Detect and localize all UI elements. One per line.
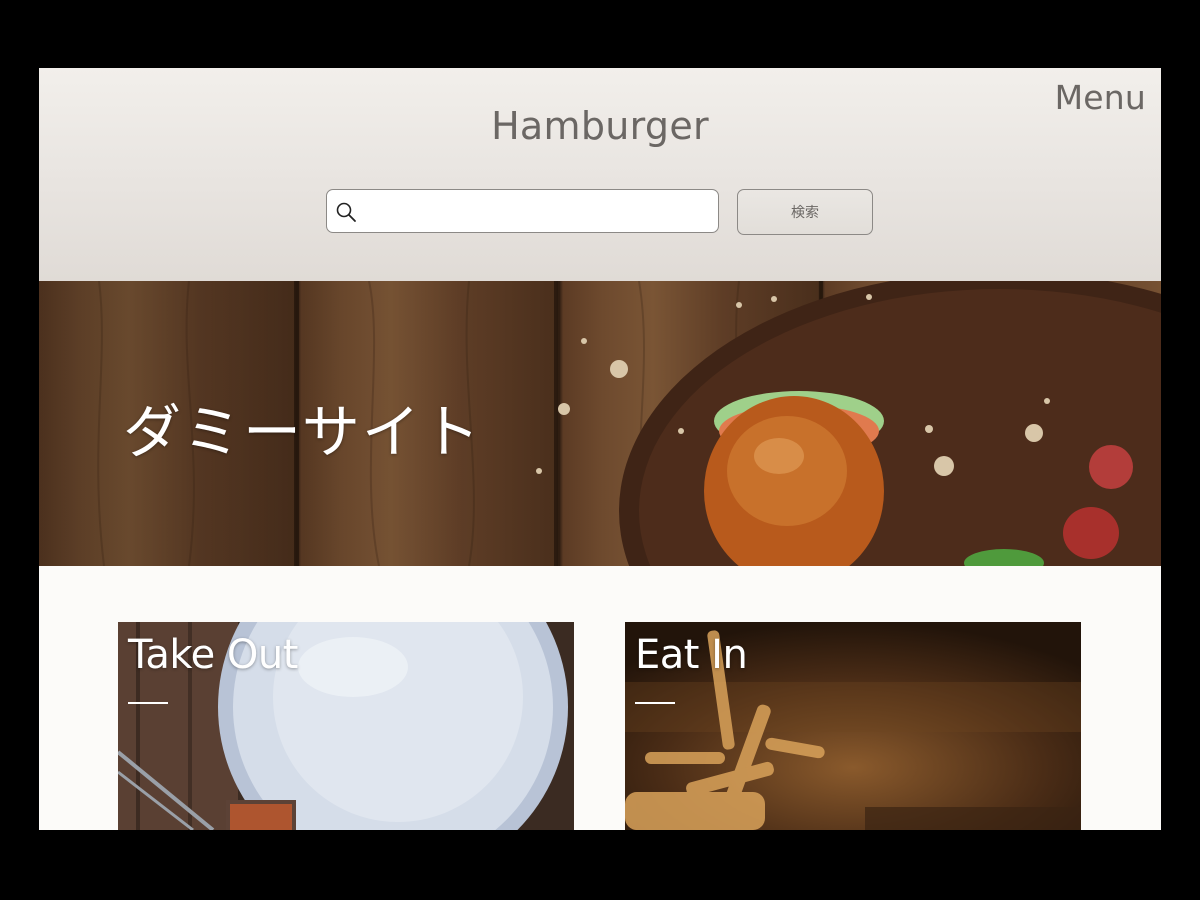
hero-title: ダミーサイト xyxy=(123,398,482,466)
eatin-card-underline xyxy=(635,702,675,704)
takeout-card-underline xyxy=(128,702,168,704)
browser-viewport: Menu Hamburger 検索 ダミーサイト Take Out Eat In xyxy=(39,68,1161,830)
eatin-card[interactable]: Eat In xyxy=(625,622,1081,830)
hero-banner: ダミーサイト xyxy=(39,281,1161,566)
eatin-card-title: Eat In xyxy=(635,632,748,678)
search-input[interactable] xyxy=(365,196,709,228)
takeout-card-title: Take Out xyxy=(128,632,298,678)
site-header: Menu Hamburger 検索 xyxy=(39,68,1161,281)
search-icon xyxy=(336,202,356,222)
takeout-card[interactable]: Take Out xyxy=(118,622,574,830)
site-title: Hamburger xyxy=(491,104,709,148)
search-box[interactable] xyxy=(326,189,719,233)
search-button[interactable]: 検索 xyxy=(737,189,873,235)
